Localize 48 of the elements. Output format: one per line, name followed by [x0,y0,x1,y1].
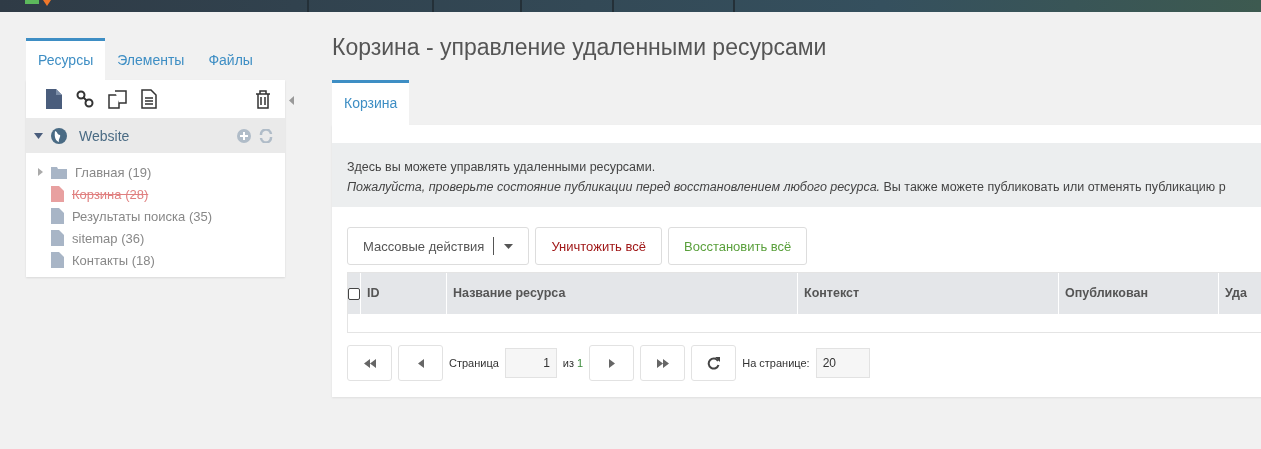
caret-icon[interactable] [34,132,43,139]
previous-icon [417,358,424,368]
page-input[interactable]: 1 [504,348,557,378]
first-page-icon [363,358,376,368]
per-page-label: На странице: [742,357,810,369]
first-page-button[interactable] [347,345,392,381]
action-button[interactable]: Восстановить всё [668,227,808,265]
document-icon [51,208,64,224]
sidebar-tab[interactable]: Элементы [105,38,197,80]
per-page-input[interactable]: 20 [815,348,870,378]
page-title: Корзина - управление удаленными ресурсами [332,38,828,62]
sidebar-tab[interactable]: Ресурсы [26,38,106,80]
tree-item[interactable]: Результаты поиска (35) [72,208,213,224]
refresh-button[interactable] [691,345,737,381]
copy-icon[interactable] [108,89,127,109]
last-page-button[interactable] [640,345,686,381]
of-label: из [562,357,575,369]
column-header[interactable]: Уда [1219,273,1261,314]
tree-item[interactable]: Контакты (18) [72,252,155,268]
note-text: Пожалуйста, проверьте состояние публикации перед восстановлением любого ресурса. Вы также можете публиковать или отменять публикацию р [347,179,1227,196]
tree-item[interactable]: Корзина (28) [72,186,149,202]
column-header[interactable]: Название ресурса [447,273,798,314]
document-icon [51,252,64,268]
page-label: Страница [449,357,499,369]
column-header[interactable]: ID [361,273,447,314]
folder-icon [51,165,67,179]
panel-tab[interactable]: Корзина [332,80,410,125]
column-header[interactable]: Опубликован [1059,273,1219,314]
intro-text: Здесь вы можете управлять удаленными ресурсами. [347,159,657,176]
refresh-icon [707,356,721,370]
select-all-checkbox[interactable] [348,287,360,300]
tree-item[interactable]: Главная (19) [75,164,152,180]
column-header[interactable]: Контекст [798,273,1059,314]
document-icon [51,186,64,202]
document-icon [51,230,64,246]
next-icon [608,358,615,368]
action-button[interactable]: Уничтожить всё [535,227,662,265]
trash-icon[interactable] [255,89,271,109]
caret-icon [504,243,514,249]
new-document-icon[interactable] [46,89,62,109]
last-page-icon [656,358,669,368]
bulk-actions-dropdown[interactable]: Массовые действия [347,227,530,265]
tree-item[interactable]: sitemap (36) [72,230,145,246]
sidebar-tab[interactable]: Файлы [196,38,265,80]
total-pages: 1 [577,357,584,369]
link-icon[interactable] [76,90,94,108]
text-document-icon[interactable] [141,89,157,109]
globe-icon [51,127,67,144]
